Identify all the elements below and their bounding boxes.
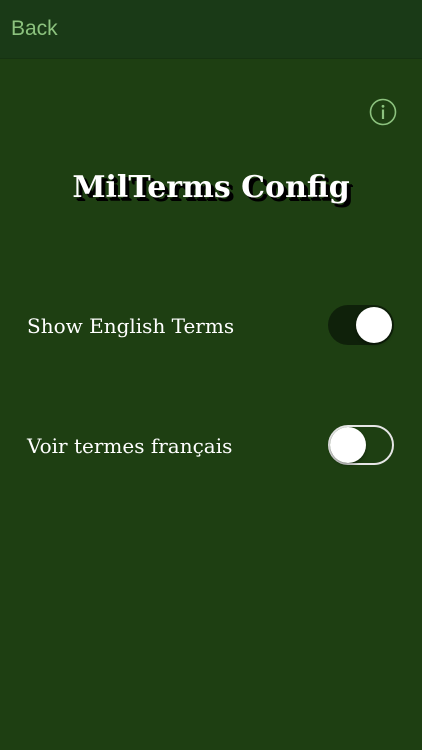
info-circle-icon — [369, 98, 397, 126]
setting-row-english: Show English Terms — [0, 304, 422, 348]
english-terms-toggle[interactable] — [328, 305, 394, 345]
back-button[interactable]: Back — [11, 16, 58, 42]
navigation-bar: Back — [0, 0, 422, 59]
setting-label-french: Voir termes français — [27, 434, 233, 458]
toggle-knob — [330, 427, 366, 463]
page-title: MilTerms Config — [72, 170, 350, 205]
setting-label-english: Show English Terms — [27, 314, 235, 338]
french-terms-toggle[interactable] — [328, 425, 394, 465]
info-button[interactable] — [369, 98, 397, 126]
setting-row-french: Voir termes français — [0, 424, 422, 468]
config-screen: Back MilTerms Config Show English Terms … — [0, 0, 422, 750]
toggle-knob — [356, 307, 392, 343]
